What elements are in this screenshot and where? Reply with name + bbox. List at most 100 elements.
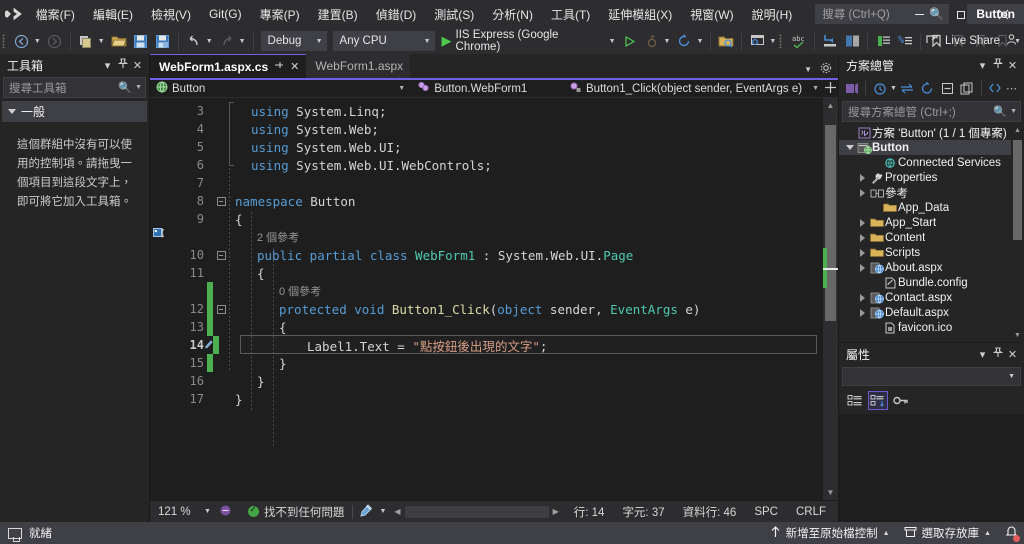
- live-share-button[interactable]: Live Share: [926, 33, 1018, 49]
- close-button[interactable]: [982, 0, 1024, 28]
- code-line[interactable]: 3 using System.Linq;: [172, 102, 823, 120]
- add-to-source-control-button[interactable]: 新增至原始檔控制 ▲: [770, 525, 890, 541]
- redo-icon[interactable]: [216, 30, 238, 52]
- open-file-icon[interactable]: [108, 30, 130, 52]
- collapse-icon[interactable]: −: [217, 305, 226, 314]
- tree-item-bundle-config[interactable]: Bundle.config: [839, 275, 1024, 290]
- scroll-down-icon[interactable]: ▼: [823, 485, 838, 500]
- menu-view[interactable]: 檢視(V): [142, 0, 200, 28]
- tree-item-about-aspx[interactable]: About.aspx: [839, 260, 1024, 275]
- scrollbar-thumb[interactable]: [1013, 140, 1022, 240]
- undo-dropdown-icon[interactable]: ▼: [205, 38, 216, 45]
- indicator-margin[interactable]: ■: [150, 98, 172, 500]
- select-repository-button[interactable]: 選取存放庫 ▲: [904, 525, 991, 541]
- gear-icon[interactable]: [820, 62, 832, 77]
- maximize-button[interactable]: [940, 0, 982, 28]
- comment-selection-icon[interactable]: %: [894, 30, 916, 52]
- solution-platform-dropdown[interactable]: Any CPU ▼: [333, 31, 435, 51]
- code-line[interactable]: 13 {: [172, 318, 823, 336]
- show-all-files-icon[interactable]: [958, 78, 977, 98]
- insert-mode-indicator[interactable]: SPC: [745, 506, 787, 518]
- save-all-icon[interactable]: [152, 30, 174, 52]
- scroll-up-icon[interactable]: ▲: [1011, 124, 1024, 137]
- tree-item-solution[interactable]: 方案 'Button' (1 / 1 個專案): [839, 125, 1024, 140]
- line-ending-indicator[interactable]: CRLF: [787, 506, 838, 518]
- code-cleanup-icon[interactable]: [353, 504, 379, 520]
- chevron-down-icon[interactable]: [843, 145, 856, 150]
- tab-close-icon[interactable]: ✕: [290, 60, 299, 73]
- pending-changes-filter-icon[interactable]: [870, 78, 889, 98]
- refresh-icon[interactable]: [918, 78, 937, 98]
- zoom-dropdown-icon[interactable]: ▼: [204, 508, 211, 515]
- scrollbar-thumb[interactable]: [825, 125, 836, 321]
- breadcrumb-type[interactable]: Button.WebForm1: [411, 80, 530, 97]
- toolbox-dropdown-icon[interactable]: ▾: [100, 59, 115, 72]
- properties-close-icon[interactable]: ✕: [1005, 348, 1020, 361]
- code-line[interactable]: 16 }: [172, 372, 823, 390]
- properties-object-dropdown[interactable]: ▼: [842, 367, 1021, 386]
- scroll-down-icon[interactable]: ▼: [1011, 329, 1024, 342]
- navigate-forward-icon[interactable]: [44, 30, 66, 52]
- solution-tree-scrollbar[interactable]: ▲ ▼: [1011, 124, 1024, 342]
- menu-extensions[interactable]: 延伸模組(X): [599, 0, 681, 28]
- code-line-current[interactable]: 14 Label1.Text = "點按鈕後出現的文字";: [172, 336, 823, 354]
- menu-help[interactable]: 說明(H): [743, 0, 802, 28]
- run-target-dropdown-icon[interactable]: ▼: [608, 38, 619, 45]
- code-line[interactable]: 6 using System.Web.UI.WebControls;: [172, 156, 823, 174]
- refresh-icon[interactable]: [673, 30, 695, 52]
- tree-item-references[interactable]: 參考: [839, 185, 1024, 200]
- tree-item-default-aspx[interactable]: Default.aspx: [839, 305, 1024, 320]
- start-without-debugging-icon[interactable]: [619, 30, 641, 52]
- save-icon[interactable]: [130, 30, 152, 52]
- codelens-references[interactable]: 2 個參考: [229, 229, 299, 245]
- editor-mode-icon[interactable]: [211, 504, 240, 520]
- zoom-level[interactable]: 121 %: [150, 506, 204, 518]
- code-cleanup-dropdown-icon[interactable]: ▼: [379, 508, 386, 515]
- menu-debug[interactable]: 偵錯(D): [367, 0, 426, 28]
- code-line[interactable]: 8 − namespace Button: [172, 192, 823, 210]
- editor-horizontal-scrollbar[interactable]: [405, 506, 549, 518]
- code-line[interactable]: 15 }: [172, 354, 823, 372]
- sync-with-active-document-icon[interactable]: [898, 78, 917, 98]
- active-files-dropdown-icon[interactable]: ▼: [804, 65, 812, 74]
- hot-reload-dropdown-icon[interactable]: ▼: [663, 38, 674, 45]
- alphabetical-view-icon[interactable]: [868, 391, 888, 410]
- code-line[interactable]: 10 − public partial class WebForm1 : Sys…: [172, 246, 823, 264]
- chevron-right-icon[interactable]: [856, 294, 869, 302]
- tree-item-contact-aspx[interactable]: Contact.aspx: [839, 290, 1024, 305]
- breadcrumb-member-dropdown-icon[interactable]: ▼: [812, 85, 819, 92]
- chevron-right-icon[interactable]: [856, 174, 869, 182]
- code-editor[interactable]: ■ 3 using System.Linq;: [150, 98, 838, 500]
- solution-tree[interactable]: 方案 'Button' (1 / 1 個專案) Button Con: [839, 124, 1024, 342]
- notifications-button[interactable]: [1005, 525, 1018, 541]
- chevron-right-icon[interactable]: [856, 264, 869, 272]
- chevron-right-icon[interactable]: [856, 189, 869, 197]
- categorized-view-icon[interactable]: [845, 391, 865, 410]
- navigate-backward-icon[interactable]: [11, 30, 33, 52]
- split-view-icon[interactable]: [822, 81, 838, 97]
- code-line[interactable]: 4 using System.Web;: [172, 120, 823, 138]
- solution-explorer-overflow-icon[interactable]: ⋯: [1006, 82, 1021, 95]
- menu-edit[interactable]: 編輯(E): [84, 0, 142, 28]
- menu-tools[interactable]: 工具(T): [542, 0, 599, 28]
- toolbox-search-options-icon[interactable]: ▼: [135, 84, 142, 91]
- breadcrumb-project-dropdown-icon[interactable]: ▼: [398, 85, 405, 92]
- pin-icon[interactable]: [274, 60, 284, 73]
- solution-explorer-pin-icon[interactable]: [990, 58, 1005, 72]
- tree-item-content[interactable]: Content: [839, 230, 1024, 245]
- filter-dropdown-icon[interactable]: ▼: [890, 85, 897, 92]
- toolbox-pin-icon[interactable]: [115, 58, 130, 72]
- attach-dropdown-icon[interactable]: ▼: [768, 38, 779, 45]
- breadcrumb-project[interactable]: Button: [150, 80, 208, 97]
- tree-item-button-project[interactable]: Button: [839, 140, 1024, 155]
- view-code-icon[interactable]: [986, 78, 1005, 98]
- collapse-icon[interactable]: −: [217, 251, 226, 260]
- properties-dropdown-icon[interactable]: ▾: [975, 348, 990, 361]
- codelens-line[interactable]: 2 個參考: [172, 228, 823, 246]
- step-into-icon[interactable]: [819, 30, 841, 52]
- refresh-dropdown-icon[interactable]: ▼: [695, 38, 706, 45]
- chevron-right-icon[interactable]: [856, 309, 869, 317]
- chevron-right-icon[interactable]: [856, 234, 869, 242]
- problems-indicator[interactable]: 找不到任何問題: [240, 504, 353, 520]
- attach-to-process-icon[interactable]: [746, 30, 768, 52]
